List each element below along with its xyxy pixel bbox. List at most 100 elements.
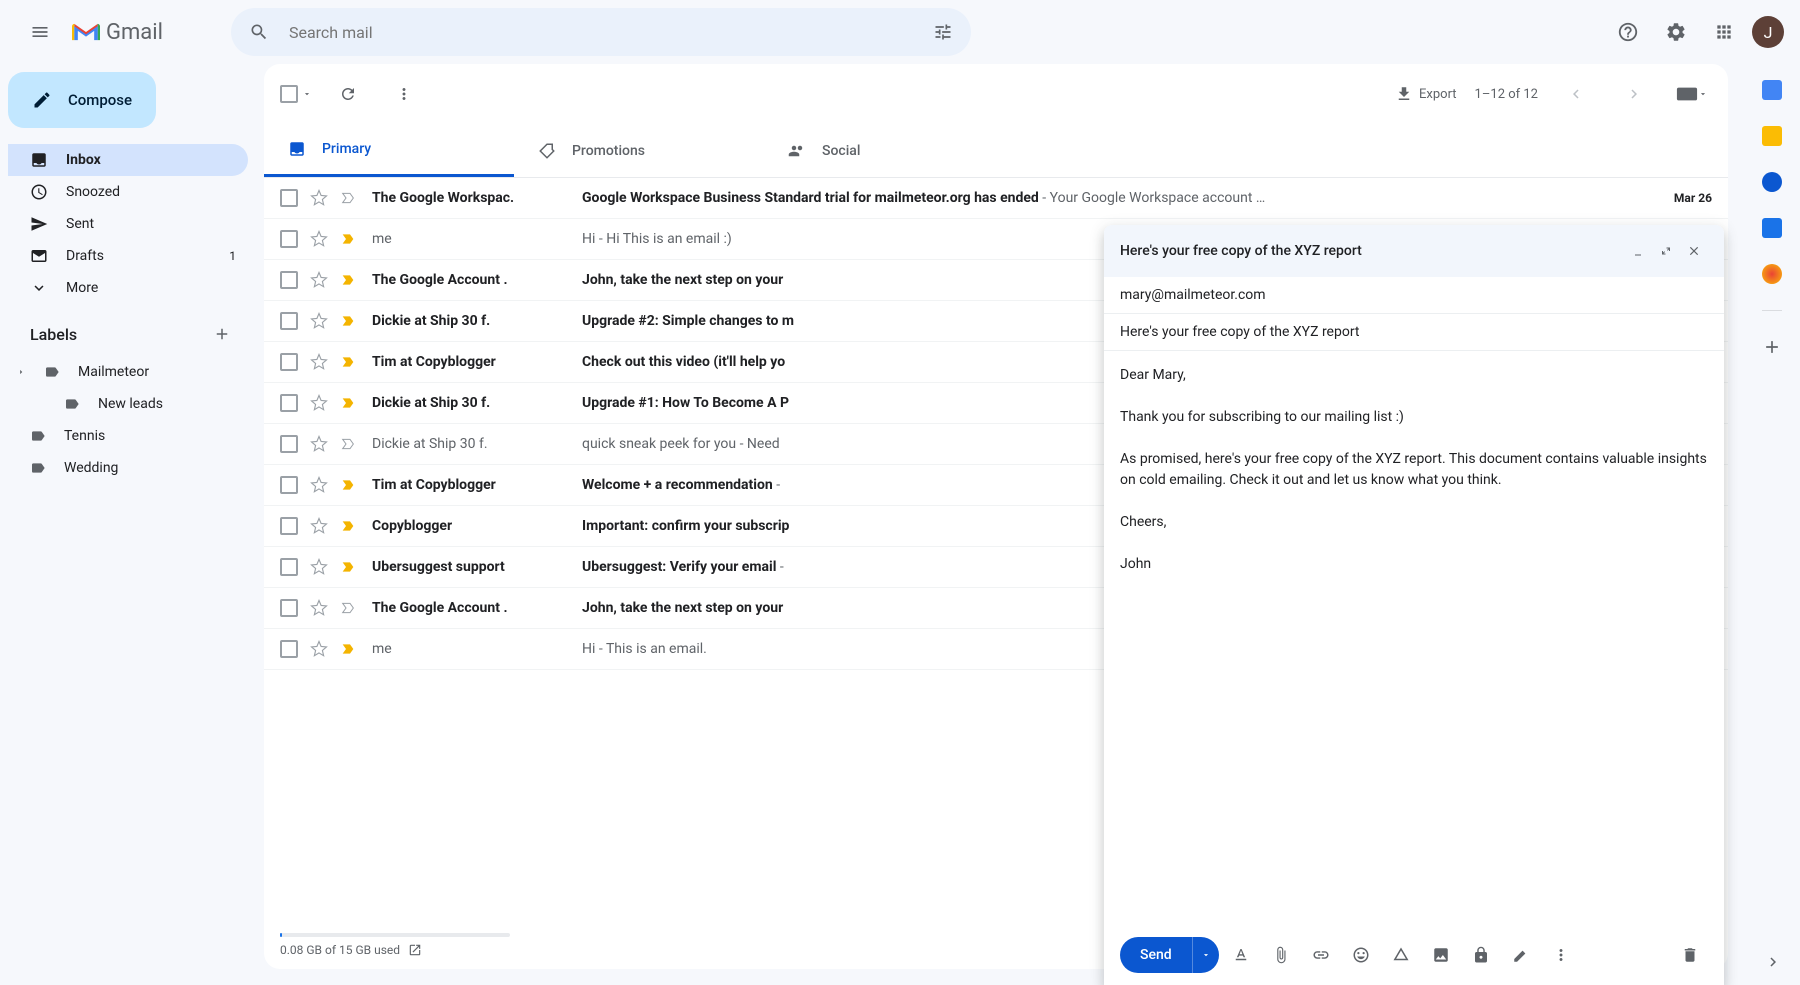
label-item[interactable]: Tennis — [8, 420, 248, 452]
row-checkbox[interactable] — [280, 230, 298, 248]
gmail-logo[interactable]: Gmail — [72, 20, 163, 45]
more-options-button[interactable] — [1543, 937, 1579, 973]
to-field[interactable]: mary@mailmeteor.com — [1104, 277, 1724, 314]
tab-promotions[interactable]: Promotions — [514, 124, 764, 177]
compose-body[interactable]: Dear Mary, Thank you for subscribing to … — [1104, 351, 1724, 925]
sender: Dickie at Ship 30 f. — [372, 395, 582, 411]
row-checkbox[interactable] — [280, 476, 298, 494]
mailmeteor-addon[interactable] — [1762, 264, 1782, 284]
search-input[interactable] — [279, 23, 923, 42]
compose-header[interactable]: Here's your free copy of the XYZ report — [1104, 225, 1724, 277]
subject-field[interactable]: Here's your free copy of the XYZ report — [1104, 314, 1724, 351]
send-button[interactable]: Send — [1120, 937, 1192, 973]
hide-side-panel-button[interactable] — [1764, 953, 1782, 971]
row-checkbox[interactable] — [280, 640, 298, 658]
row-checkbox[interactable] — [280, 599, 298, 617]
row-checkbox[interactable] — [280, 435, 298, 453]
minimize-button[interactable] — [1624, 237, 1652, 265]
important-icon[interactable] — [340, 559, 356, 575]
important-icon[interactable] — [340, 395, 356, 411]
keep-addon[interactable] — [1762, 126, 1782, 146]
add-label-button[interactable] — [208, 320, 236, 348]
tab-social[interactable]: Social — [764, 124, 1014, 177]
star-icon[interactable] — [310, 640, 328, 658]
get-addons-button[interactable] — [1762, 337, 1782, 357]
row-checkbox[interactable] — [280, 312, 298, 330]
more-vert-icon — [395, 85, 413, 103]
support-button[interactable] — [1608, 12, 1648, 52]
important-icon[interactable] — [340, 190, 356, 206]
important-icon[interactable] — [340, 641, 356, 657]
discard-draft-button[interactable] — [1672, 937, 1708, 973]
important-icon[interactable] — [340, 436, 356, 452]
important-icon[interactable] — [340, 354, 356, 370]
settings-button[interactable] — [1656, 12, 1696, 52]
signature-button[interactable] — [1503, 937, 1539, 973]
refresh-button[interactable] — [328, 74, 368, 114]
row-checkbox[interactable] — [280, 558, 298, 576]
more-actions-button[interactable] — [384, 74, 424, 114]
nav-more[interactable]: More — [8, 272, 248, 304]
main-menu-button[interactable] — [16, 8, 64, 56]
close-compose-button[interactable] — [1680, 237, 1708, 265]
star-icon[interactable] — [310, 271, 328, 289]
star-icon[interactable] — [310, 517, 328, 535]
row-checkbox[interactable] — [280, 353, 298, 371]
prev-page-button[interactable] — [1556, 74, 1596, 114]
input-tools-button[interactable] — [1672, 74, 1712, 114]
row-checkbox[interactable] — [280, 517, 298, 535]
trash-icon — [1681, 946, 1699, 964]
compose-button[interactable]: Compose — [8, 72, 156, 128]
sender: Ubersuggest support — [372, 559, 582, 575]
row-checkbox[interactable] — [280, 394, 298, 412]
row-checkbox[interactable] — [280, 189, 298, 207]
calendar-addon[interactable] — [1762, 80, 1782, 100]
star-icon[interactable] — [310, 312, 328, 330]
select-dropdown-icon[interactable] — [302, 89, 312, 99]
fullscreen-button[interactable] — [1652, 237, 1680, 265]
important-icon[interactable] — [340, 600, 356, 616]
important-icon[interactable] — [340, 272, 356, 288]
star-icon[interactable] — [310, 230, 328, 248]
confidential-button[interactable] — [1463, 937, 1499, 973]
label-item[interactable]: Mailmeteor — [8, 356, 248, 388]
important-icon[interactable] — [340, 313, 356, 329]
important-icon[interactable] — [340, 231, 356, 247]
label-item[interactable]: Wedding — [8, 452, 248, 484]
nav-drafts[interactable]: Drafts1 — [8, 240, 248, 272]
search-bar[interactable] — [231, 8, 971, 56]
important-icon[interactable] — [340, 518, 356, 534]
send-options-button[interactable] — [1192, 937, 1219, 973]
apps-button[interactable] — [1704, 12, 1744, 52]
star-icon[interactable] — [310, 189, 328, 207]
label-item[interactable]: New leads — [8, 388, 248, 420]
link-button[interactable] — [1303, 937, 1339, 973]
open-in-new-icon[interactable] — [408, 943, 422, 957]
attach-button[interactable] — [1263, 937, 1299, 973]
star-icon[interactable] — [310, 599, 328, 617]
select-all-checkbox[interactable] — [280, 85, 298, 103]
tasks-addon[interactable] — [1762, 172, 1782, 192]
star-icon[interactable] — [310, 353, 328, 371]
star-icon[interactable] — [310, 435, 328, 453]
nav-inbox[interactable]: Inbox — [8, 144, 248, 176]
drive-button[interactable] — [1383, 937, 1419, 973]
contacts-addon[interactable] — [1762, 218, 1782, 238]
mail-row[interactable]: The Google Workspac.Google Workspace Bus… — [264, 178, 1728, 219]
format-button[interactable] — [1223, 937, 1259, 973]
tab-primary[interactable]: Primary — [264, 124, 514, 177]
image-button[interactable] — [1423, 937, 1459, 973]
search-button[interactable] — [239, 12, 279, 52]
export-button[interactable]: Export — [1395, 85, 1457, 103]
nav-snoozed[interactable]: Snoozed — [8, 176, 248, 208]
search-options-button[interactable] — [923, 12, 963, 52]
emoji-button[interactable] — [1343, 937, 1379, 973]
star-icon[interactable] — [310, 558, 328, 576]
account-avatar[interactable]: J — [1752, 16, 1784, 48]
star-icon[interactable] — [310, 476, 328, 494]
row-checkbox[interactable] — [280, 271, 298, 289]
star-icon[interactable] — [310, 394, 328, 412]
next-page-button[interactable] — [1614, 74, 1654, 114]
nav-sent[interactable]: Sent — [8, 208, 248, 240]
important-icon[interactable] — [340, 477, 356, 493]
